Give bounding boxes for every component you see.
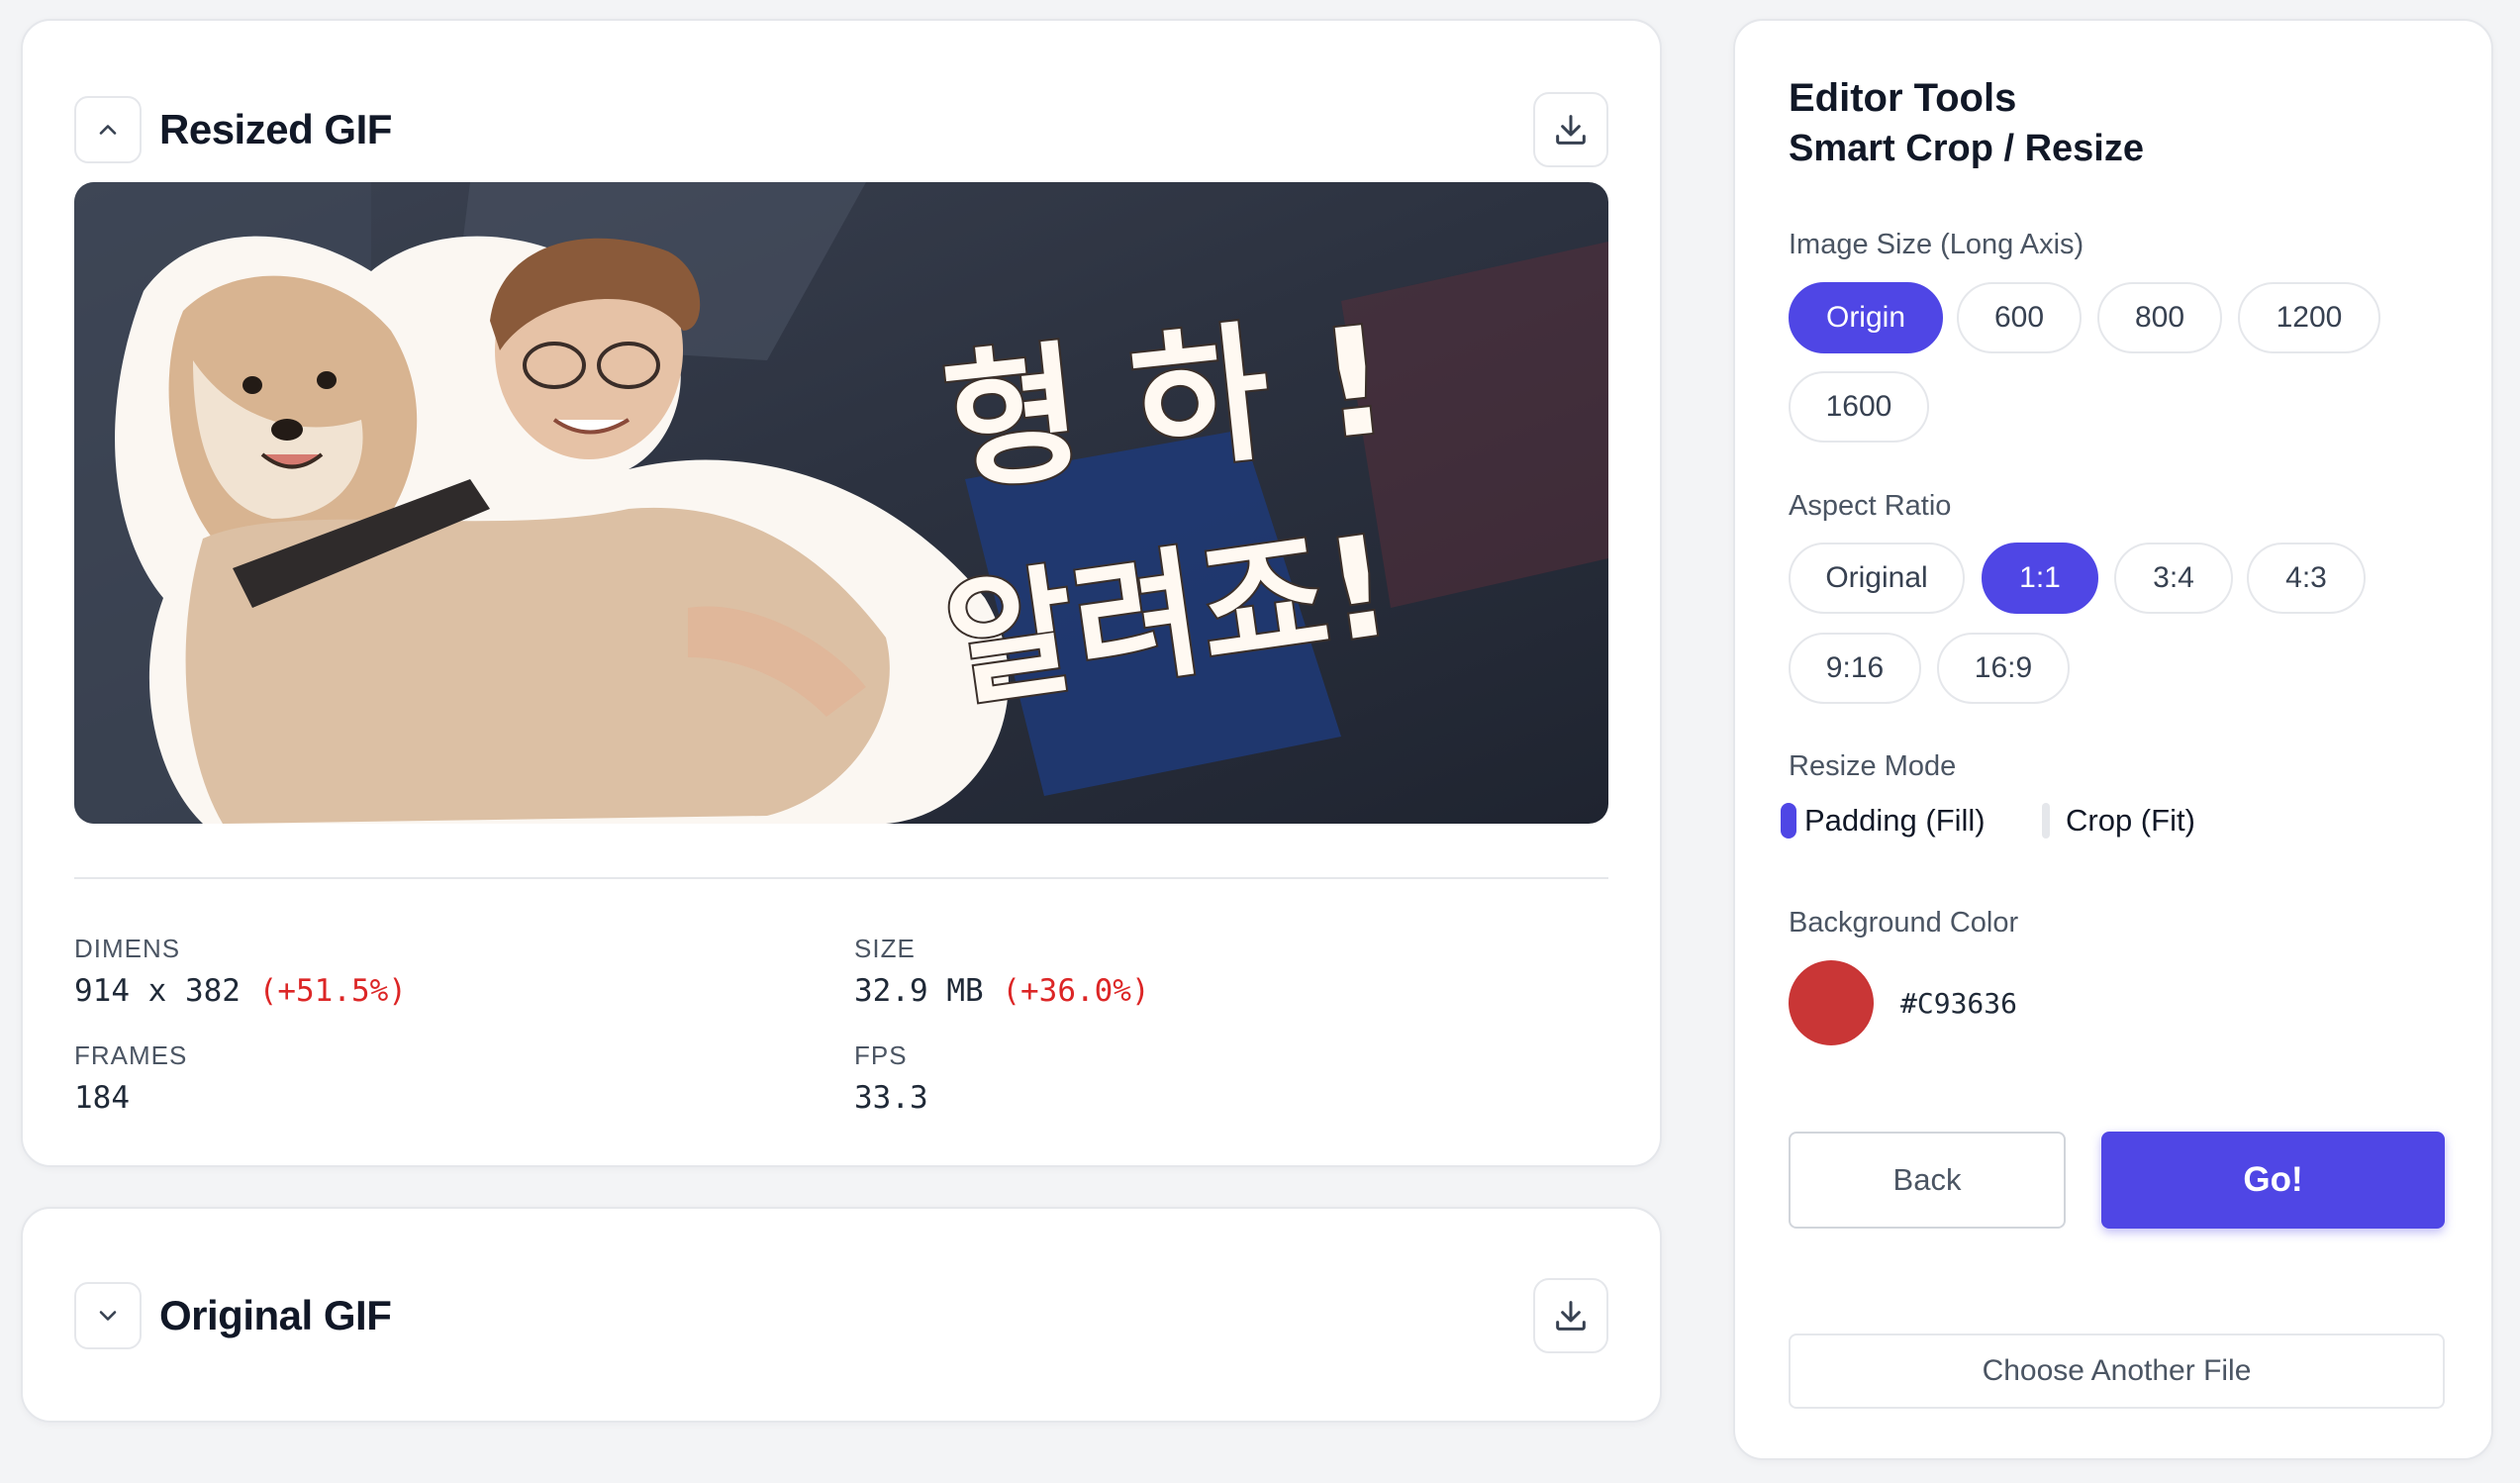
size-delta: (+36.0%) <box>1002 973 1150 1009</box>
choose-another-file-button[interactable]: Choose Another File <box>1789 1334 2445 1409</box>
size-number: 32.9 MB <box>854 973 984 1009</box>
original-gif-panel: Original GIF <box>21 1207 1662 1423</box>
aspect-3-4[interactable]: 3:4 <box>2114 543 2233 614</box>
chevron-up-icon <box>99 125 117 135</box>
image-size-origin[interactable]: Origin <box>1789 282 1943 353</box>
back-button[interactable]: Back <box>1789 1132 2066 1229</box>
aspect-4-3[interactable]: 4:3 <box>2247 543 2366 614</box>
download-icon <box>1556 1301 1586 1331</box>
editor-tools-panel: Editor Tools Smart Crop / Resize Image S… <box>1733 19 2493 1460</box>
dimens-value: 914 x 382 (+51.5%) <box>74 973 407 1009</box>
resize-mode-padding-label: Padding (Fill) <box>1804 803 1986 838</box>
editor-tools-subtitle: Smart Crop / Resize <box>1789 128 2144 169</box>
download-icon <box>1556 115 1586 145</box>
aspect-1-1[interactable]: 1:1 <box>1982 543 2098 614</box>
image-size-600[interactable]: 600 <box>1957 282 2082 353</box>
dimens-label: DIMENS <box>74 934 181 963</box>
frames-label: FRAMES <box>74 1040 188 1070</box>
radio-selected-icon <box>1781 803 1796 839</box>
fps-value: 33.3 <box>854 1080 928 1116</box>
original-gif-title: Original GIF <box>159 1292 392 1338</box>
resize-mode-label: Resize Mode <box>1789 750 1957 782</box>
go-button[interactable]: Go! <box>2101 1132 2445 1229</box>
download-original-button[interactable] <box>1533 1278 1608 1353</box>
dimens-delta: (+51.5%) <box>258 973 407 1009</box>
dimens-number: 914 x 382 <box>74 973 241 1009</box>
resize-mode-crop-label: Crop (Fit) <box>2066 803 2195 838</box>
aspect-16-9[interactable]: 16:9 <box>1937 633 2070 704</box>
resize-mode-padding[interactable]: Padding (Fill) <box>1781 803 1986 839</box>
original-gif-header: Original GIF <box>74 1278 392 1353</box>
editor-tools-title: Editor Tools <box>1789 76 2017 120</box>
aspect-ratio-label: Aspect Ratio <box>1789 490 1952 522</box>
resized-gif-panel: Resized GIF 형 하 ! 알려죠! DIMENS 914 x 382 … <box>21 19 1662 1167</box>
chevron-down-icon <box>99 1311 117 1321</box>
image-size-label: Image Size (Long Axis) <box>1789 229 2084 260</box>
download-resized-button[interactable] <box>1533 92 1608 167</box>
resize-mode-crop[interactable]: Crop (Fit) <box>2042 803 2195 839</box>
stats-divider <box>74 877 1608 879</box>
fps-label: FPS <box>854 1040 908 1070</box>
aspect-original[interactable]: Original <box>1789 543 1965 614</box>
aspect-9-16[interactable]: 9:16 <box>1789 633 1921 704</box>
image-size-800[interactable]: 800 <box>2097 282 2222 353</box>
frames-value: 184 <box>74 1080 130 1116</box>
background-color-hex: #C93636 <box>1900 987 2018 1020</box>
image-size-1200[interactable]: 1200 <box>2238 282 2380 353</box>
resized-gif-preview: 형 하 ! 알려죠! <box>74 182 1608 824</box>
image-size-1600[interactable]: 1600 <box>1789 371 1929 443</box>
background-color-swatch[interactable] <box>1789 960 1874 1045</box>
gif-preview-image: 형 하 ! 알려죠! <box>74 182 1608 824</box>
expand-button[interactable] <box>74 1282 142 1349</box>
radio-unselected-icon <box>2042 803 2050 839</box>
resized-gif-header: Resized GIF <box>74 92 392 167</box>
size-label: SIZE <box>854 934 916 963</box>
size-value: 32.9 MB (+36.0%) <box>854 973 1150 1009</box>
resized-gif-title: Resized GIF <box>159 106 392 152</box>
background-color-label: Background Color <box>1789 907 2019 939</box>
collapse-button[interactable] <box>74 96 142 163</box>
